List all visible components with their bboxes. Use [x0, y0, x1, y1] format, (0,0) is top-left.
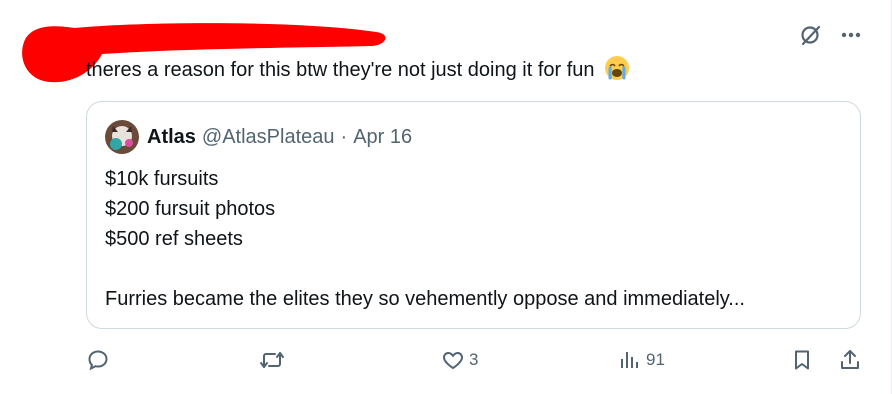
action-bar: 3 91 — [86, 348, 866, 382]
author-name[interactable]: Atlas — [147, 126, 196, 149]
quote-line: $10k fursuits — [105, 168, 219, 190]
tweet-body: theres a reason for this btw they're not… — [86, 59, 595, 81]
views-button[interactable]: 91 — [618, 348, 665, 372]
more-options-icon[interactable] — [838, 22, 864, 48]
quote-line: $200 fursuit photos — [105, 198, 276, 220]
quote-line: Furries became the elites they so veheme… — [105, 288, 745, 310]
quoted-tweet[interactable]: Atlas @AtlasPlateau · Apr 16 $10k fursui… — [86, 101, 861, 329]
heart-icon — [441, 348, 465, 372]
post-date[interactable]: Apr 16 — [353, 126, 412, 149]
view-count: 91 — [646, 350, 665, 369]
author-handle[interactable]: @AtlasPlateau — [202, 126, 335, 149]
reply-icon — [86, 348, 110, 372]
separator-dot: · — [340, 125, 348, 148]
reply-button[interactable] — [86, 348, 110, 372]
like-button[interactable]: 3 — [441, 348, 478, 372]
share-button[interactable] — [838, 348, 862, 372]
repost-icon — [259, 348, 285, 372]
views-icon — [618, 348, 642, 372]
bookmark-button[interactable] — [790, 348, 814, 372]
quote-line: $500 ref sheets — [105, 228, 243, 250]
quote-line — [105, 254, 745, 284]
tweet-text: theres a reason for this btw they're not… — [86, 55, 630, 89]
repost-button[interactable] — [259, 348, 285, 372]
quoted-tweet-header: Atlas @AtlasPlateau · Apr 16 — [105, 120, 412, 154]
share-icon — [838, 348, 862, 372]
quoted-tweet-text: $10k fursuits $200 fursuit photos $500 r… — [105, 164, 745, 314]
bookmark-icon — [790, 348, 814, 372]
grok-icon[interactable] — [798, 22, 824, 48]
loudly-crying-face-icon — [604, 55, 630, 89]
avatar[interactable] — [105, 120, 139, 154]
like-count: 3 — [469, 350, 479, 369]
header-actions — [798, 22, 864, 48]
